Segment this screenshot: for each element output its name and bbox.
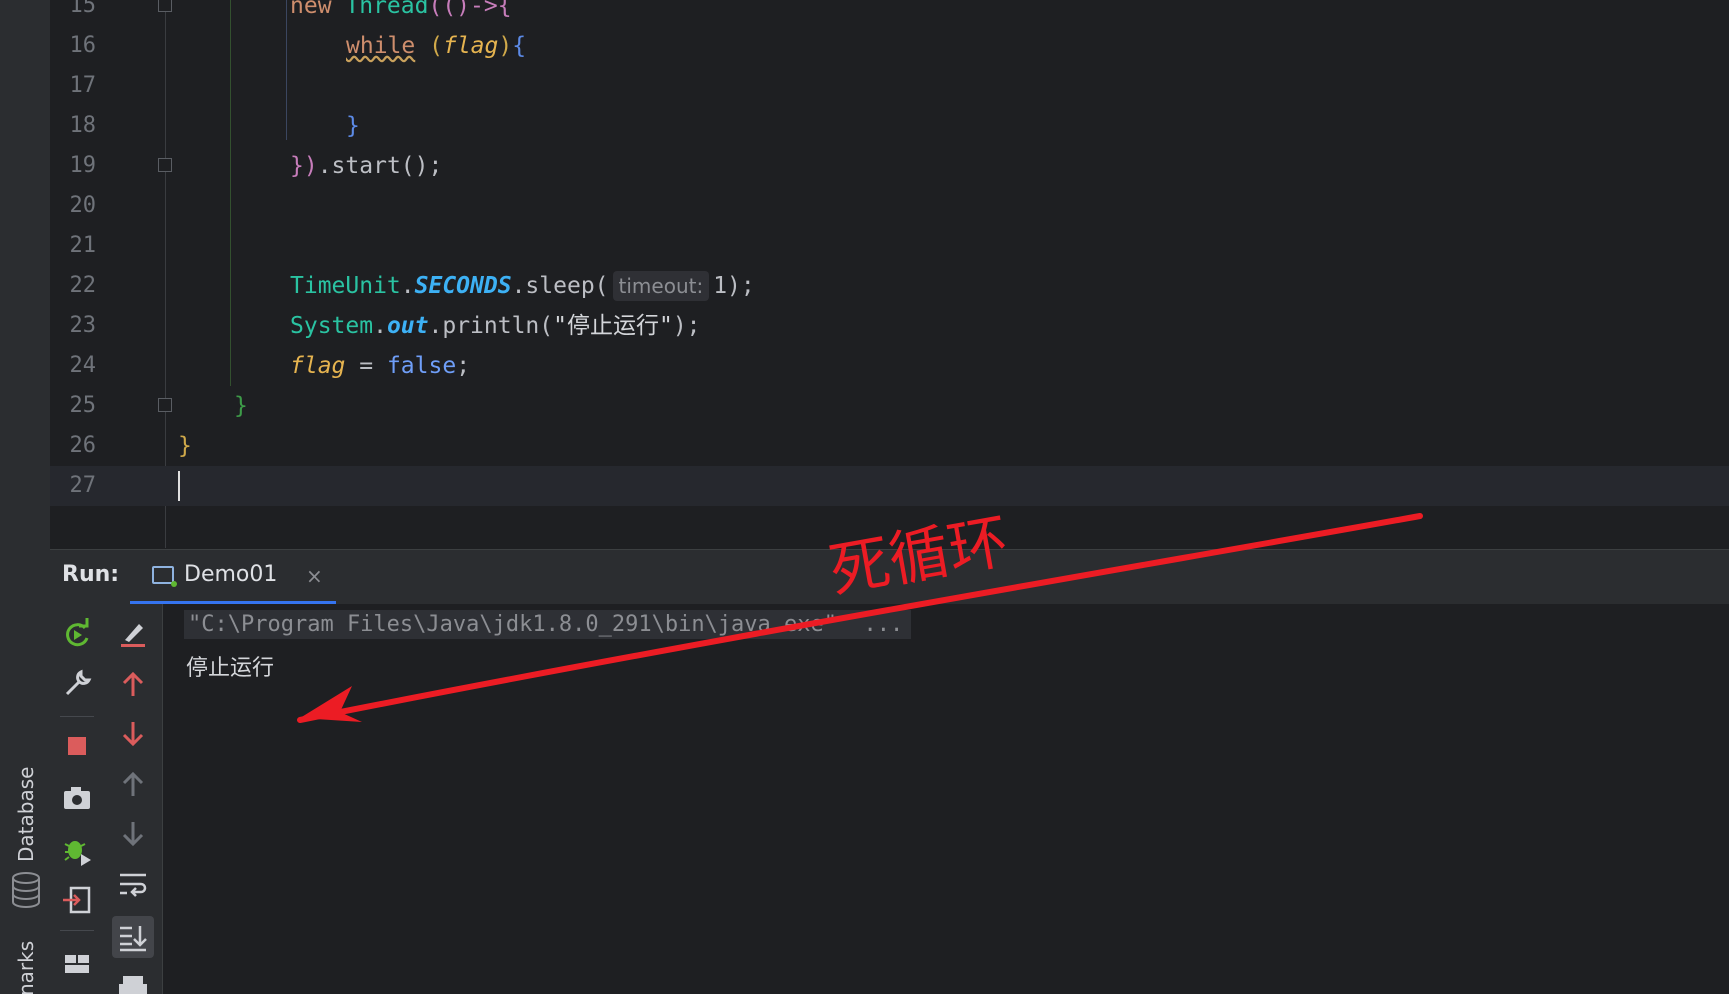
- annotation-arrow: [297, 513, 1423, 723]
- ide-window: Database narks 15 new Thread(()->{ 16 wh…: [0, 0, 1729, 994]
